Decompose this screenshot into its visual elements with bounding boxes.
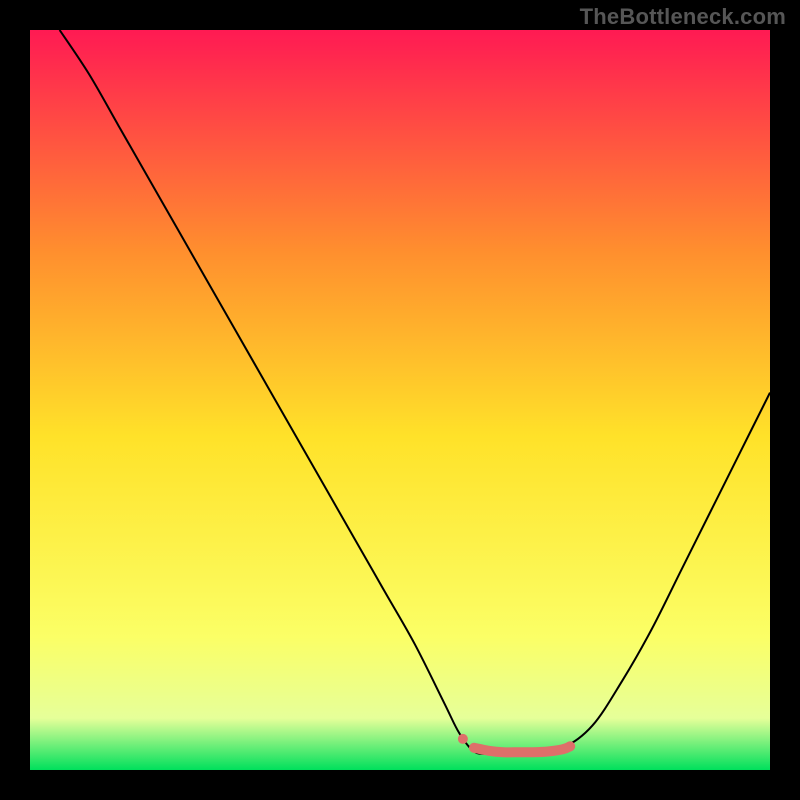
highlight-dot xyxy=(458,734,468,744)
chart-frame: TheBottleneck.com xyxy=(0,0,800,800)
plot-area xyxy=(30,30,770,770)
chart-svg xyxy=(30,30,770,770)
attribution-label: TheBottleneck.com xyxy=(580,4,786,30)
gradient-background xyxy=(30,30,770,770)
